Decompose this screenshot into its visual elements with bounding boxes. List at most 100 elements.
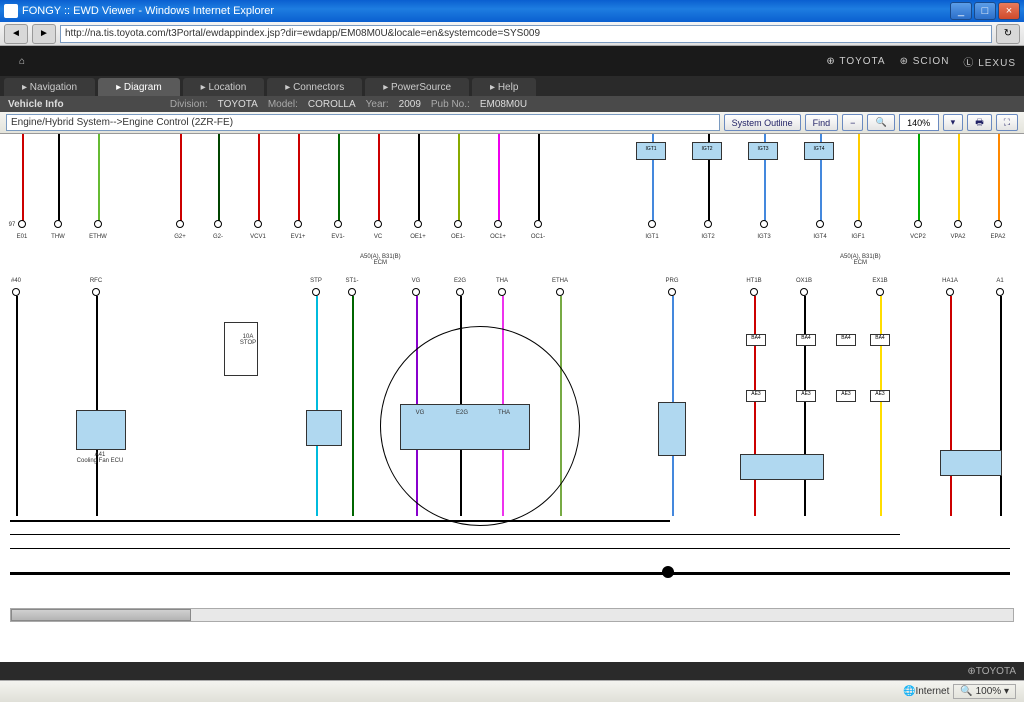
cooling-fan-ecu[interactable] bbox=[76, 410, 126, 450]
wire[interactable] bbox=[458, 134, 460, 222]
wire-label: IGF1 bbox=[851, 234, 864, 240]
bus-line bbox=[10, 548, 1010, 549]
wire-label: E01 bbox=[17, 234, 28, 240]
minimize-button[interactable]: _ bbox=[950, 2, 972, 20]
vehicle-info-title: Vehicle Info bbox=[8, 99, 64, 110]
wire-label: G2- bbox=[213, 234, 223, 240]
wire[interactable] bbox=[754, 296, 756, 516]
oxygen-sensor[interactable] bbox=[740, 454, 824, 480]
wire[interactable] bbox=[218, 134, 220, 222]
print-button[interactable]: 🖶 bbox=[967, 114, 992, 131]
home-button[interactable]: ⌂ bbox=[8, 50, 36, 72]
pin-circle bbox=[994, 220, 1002, 228]
ie-zoom[interactable]: 🔍 100% ▾ bbox=[953, 684, 1016, 699]
fuse-10a-stop[interactable] bbox=[224, 322, 258, 376]
system-outline-button[interactable]: System Outline bbox=[724, 114, 801, 131]
pin-circle bbox=[534, 220, 542, 228]
wire[interactable] bbox=[22, 134, 24, 222]
wire[interactable] bbox=[316, 296, 318, 516]
back-button[interactable]: ◄ bbox=[4, 24, 28, 44]
wire[interactable] bbox=[1000, 296, 1002, 516]
wire[interactable] bbox=[180, 134, 182, 222]
af-sensor[interactable] bbox=[940, 450, 1002, 476]
tab-connectors[interactable]: ▸ Connectors bbox=[267, 78, 362, 96]
internet-zone-label: Internet bbox=[915, 686, 949, 697]
wire[interactable] bbox=[16, 296, 18, 516]
wire[interactable] bbox=[418, 134, 420, 222]
wire[interactable] bbox=[498, 134, 500, 222]
wire[interactable] bbox=[96, 296, 98, 516]
tab-location[interactable]: ▸ Location bbox=[183, 78, 265, 96]
tab-navigation[interactable]: ▸ Navigation bbox=[4, 78, 95, 96]
wire[interactable] bbox=[538, 134, 540, 222]
pin-circle bbox=[954, 220, 962, 228]
wire[interactable] bbox=[378, 134, 380, 222]
wire-label: VPA2 bbox=[951, 234, 966, 240]
pin-circle bbox=[876, 288, 884, 296]
wire-label: THW bbox=[51, 234, 65, 240]
maximize-button[interactable]: □ bbox=[974, 2, 996, 20]
pin-circle bbox=[914, 220, 922, 228]
diagram-path[interactable]: Engine/Hybrid System-->Engine Control (2… bbox=[6, 114, 720, 131]
fullscreen-button[interactable]: ⛶ bbox=[996, 114, 1018, 131]
wire[interactable] bbox=[98, 134, 100, 222]
pin-circle bbox=[176, 220, 184, 228]
wire[interactable] bbox=[950, 296, 952, 516]
wire-label: THA bbox=[496, 278, 508, 284]
wire[interactable] bbox=[258, 134, 260, 222]
wire-label: RFC bbox=[90, 278, 102, 284]
wire-label: OC1+ bbox=[490, 234, 506, 240]
wire-label: G2+ bbox=[174, 234, 186, 240]
wire-label: OX1B bbox=[796, 278, 812, 284]
wire[interactable] bbox=[352, 296, 354, 516]
wire-label: VCV1 bbox=[250, 234, 266, 240]
wire-label: VCP2 bbox=[910, 234, 926, 240]
stop-light-switch[interactable] bbox=[306, 410, 342, 446]
junction-dot bbox=[662, 566, 674, 578]
wire[interactable] bbox=[918, 134, 920, 222]
wire-label: OE1+ bbox=[410, 234, 426, 240]
pin-circle bbox=[760, 220, 768, 228]
scrollbar-thumb[interactable] bbox=[11, 609, 191, 621]
pin-circle bbox=[374, 220, 382, 228]
forward-button[interactable]: ► bbox=[32, 24, 56, 44]
wire-label: EV1- bbox=[331, 234, 344, 240]
logo-toyota: ⊕ TOYOTA bbox=[826, 56, 885, 67]
wire[interactable] bbox=[298, 134, 300, 222]
wire-label: #40 bbox=[11, 278, 21, 284]
ba-box: BA4 bbox=[836, 334, 856, 346]
close-button[interactable]: × bbox=[998, 2, 1020, 20]
wire[interactable] bbox=[804, 296, 806, 516]
tab-powersource[interactable]: ▸ PowerSource bbox=[365, 78, 469, 96]
ignition-coil[interactable]: IGT3 bbox=[748, 142, 778, 160]
wire[interactable] bbox=[958, 134, 960, 222]
wire[interactable] bbox=[58, 134, 60, 222]
ignition-coil[interactable]: IGT1 bbox=[636, 142, 666, 160]
horizontal-scrollbar[interactable] bbox=[10, 608, 1014, 622]
zoom-in-button[interactable]: 🔍 bbox=[867, 114, 894, 131]
refresh-button[interactable]: ↻ bbox=[996, 24, 1020, 44]
wiring-diagram[interactable]: 97E01THWETHWG2+G2-VCV1EV1+EV1-VCOE1+OE1-… bbox=[0, 134, 1024, 628]
tab-diagram[interactable]: ▸ Diagram bbox=[98, 78, 180, 96]
wire-label: VC bbox=[374, 234, 382, 240]
wire-label: HA1A bbox=[942, 278, 958, 284]
ba-box: BA4 bbox=[746, 334, 766, 346]
wire[interactable] bbox=[998, 134, 1000, 222]
zoom-level[interactable]: 140% bbox=[899, 114, 939, 131]
wire[interactable] bbox=[338, 134, 340, 222]
pin-circle bbox=[854, 220, 862, 228]
purge-vsv[interactable] bbox=[658, 402, 686, 456]
wire[interactable] bbox=[880, 296, 882, 516]
pin-circle bbox=[12, 288, 20, 296]
pin-circle bbox=[456, 288, 464, 296]
wire[interactable] bbox=[858, 134, 860, 222]
ignition-coil[interactable]: IGT4 bbox=[804, 142, 834, 160]
tab-help[interactable]: ▸ Help bbox=[472, 78, 536, 96]
ecm-label-a: A50(A), B31(B) ECM bbox=[360, 254, 401, 266]
zoom-dropdown[interactable]: ▾ bbox=[943, 114, 964, 131]
bus-line bbox=[10, 520, 670, 522]
url-field[interactable]: http://na.tis.toyota.com/t3Portal/ewdapp… bbox=[60, 25, 992, 43]
zoom-out-button[interactable]: − bbox=[842, 114, 863, 131]
ignition-coil[interactable]: IGT2 bbox=[692, 142, 722, 160]
find-button[interactable]: Find bbox=[805, 114, 839, 131]
